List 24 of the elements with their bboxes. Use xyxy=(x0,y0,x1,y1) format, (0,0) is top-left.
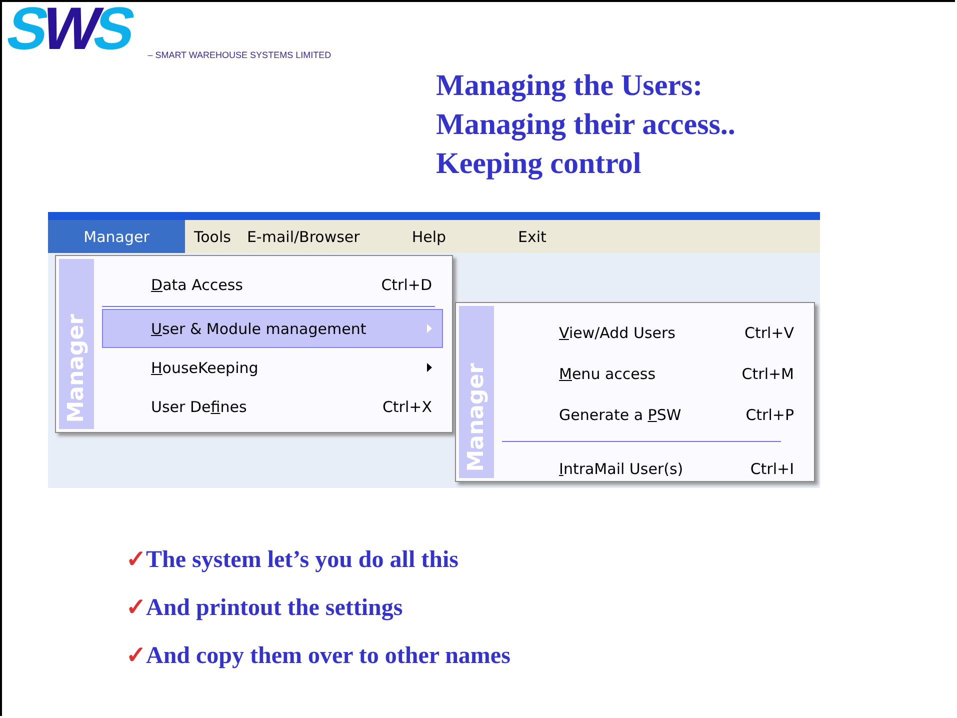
bullet-text: And copy them over to other names xyxy=(146,643,510,669)
menu-item[interactable]: HouseKeeping xyxy=(102,348,443,387)
menu-bar-item[interactable]: Tools xyxy=(194,220,231,253)
bullet-text: The system let’s you do all this xyxy=(146,547,458,573)
menu-item[interactable]: User Defines Ctrl+X xyxy=(102,387,443,426)
menu-item[interactable]: Data Access Ctrl+D xyxy=(102,265,443,304)
company-name: – SMART WAREHOUSE SYSTEMS LIMITED xyxy=(148,50,332,60)
slide-title: Keeping control xyxy=(436,146,642,182)
menu-item[interactable]: Generate a PSW Ctrl+P xyxy=(502,394,805,435)
slide-title: Managing the Users: xyxy=(436,68,704,104)
check-mark: ✓ xyxy=(126,643,146,669)
menu-bar-item[interactable]: Exit xyxy=(518,220,546,253)
menu-item[interactable]: IntraMail User(s) Ctrl+I xyxy=(502,448,805,489)
menu-item[interactable]: Menu access Ctrl+M xyxy=(502,353,805,394)
logo: SWS xyxy=(2,2,138,62)
menu-item[interactable]: User & Module management xyxy=(102,309,443,348)
menu-item[interactable]: View/Add Users Ctrl+V xyxy=(502,312,805,353)
menu-bar-item[interactable]: Help xyxy=(412,220,446,253)
slide-title: Managing their access.. xyxy=(436,107,736,143)
bullet-text: And printout the settings xyxy=(146,595,403,621)
check-mark: ✓ xyxy=(126,547,146,573)
check-mark: ✓ xyxy=(126,595,146,621)
menu-bar-item[interactable]: E-mail/Browser xyxy=(246,220,360,253)
menu-bar-item[interactable]: Manager xyxy=(48,220,185,253)
